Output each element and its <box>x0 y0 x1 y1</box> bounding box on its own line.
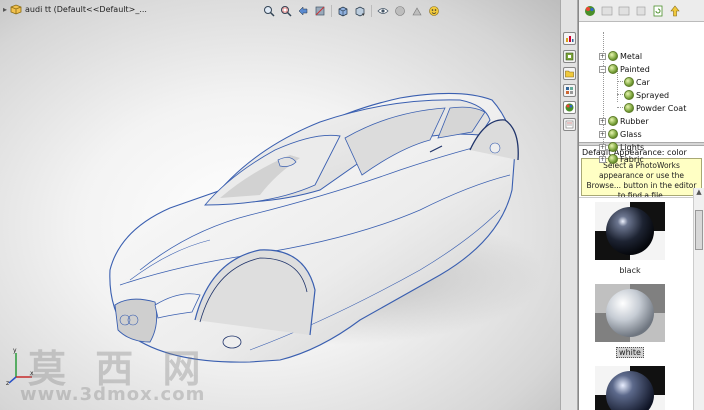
tree-item-fabric[interactable]: + Fabric <box>599 153 644 165</box>
tree-item-label: Sprayed <box>636 90 670 100</box>
realview-icon[interactable] <box>427 4 441 18</box>
folder-appearance-icon <box>608 142 618 152</box>
scrollbar-thumb[interactable] <box>695 210 703 250</box>
folder-appearance-icon <box>608 154 618 164</box>
watermark-url: www.3dmox.com <box>20 384 206 405</box>
add-to-library-icon[interactable] <box>668 4 681 17</box>
expand-tree-icon[interactable]: ▸ <box>3 5 7 14</box>
expand-toggle-icon[interactable]: + <box>599 52 606 60</box>
tree-item-label: Rubber <box>620 116 649 126</box>
swatch-thumbnail <box>595 284 665 342</box>
expand-toggle-icon[interactable]: + <box>599 130 606 138</box>
swatch-thumbnail <box>595 202 665 260</box>
tree-item-metal[interactable]: + Metal <box>599 50 642 62</box>
tree-item-lights[interactable]: + Lights <box>599 141 644 153</box>
appearances-home-icon[interactable] <box>583 4 596 17</box>
up-folder-icon[interactable] <box>634 4 647 17</box>
tree-item-label: Metal <box>620 51 643 61</box>
forward-icon[interactable] <box>617 4 630 17</box>
svg-text:y: y <box>13 347 17 354</box>
view-orientation-icon[interactable] <box>336 4 350 18</box>
appearances-task-pane: + Metal − Painted Car Sprayed Powder Coa… <box>578 0 704 410</box>
folder-appearance-icon <box>608 51 618 61</box>
folder-appearance-icon <box>608 64 618 74</box>
appearance-tree: + Metal − Painted Car Sprayed Powder Coa… <box>579 22 704 164</box>
expand-toggle-icon[interactable]: + <box>599 117 606 125</box>
swatch-black[interactable]: black <box>595 202 665 275</box>
folder-appearance-icon <box>624 90 634 100</box>
swatch-white[interactable]: white <box>595 284 665 358</box>
zoom-to-area-icon[interactable] <box>279 4 293 18</box>
custom-properties-icon[interactable] <box>563 118 576 131</box>
folder-appearance-icon <box>608 116 618 126</box>
expand-toggle-icon[interactable]: + <box>599 143 606 151</box>
graphics-viewport[interactable]: ▸ audi tt (Default<<Default>_... ▾ y x z… <box>0 0 560 410</box>
apply-scene-icon[interactable] <box>410 4 424 18</box>
document-title[interactable]: ▸ audi tt (Default<<Default>_... <box>3 4 147 15</box>
tree-item-glass[interactable]: + Glass <box>599 128 642 140</box>
tree-item-rubber[interactable]: + Rubber <box>599 115 649 127</box>
expand-toggle-icon[interactable]: + <box>599 155 606 163</box>
hide-show-icon[interactable] <box>376 4 390 18</box>
tree-item-label: Fabric <box>620 154 644 164</box>
section-view-icon[interactable] <box>313 4 327 18</box>
toolbar-separator <box>331 5 332 17</box>
swatch-item[interactable] <box>595 366 665 410</box>
task-pane-tabs <box>560 0 578 410</box>
part-icon <box>10 4 22 15</box>
folder-appearance-icon <box>608 129 618 139</box>
document-title-text: audi tt (Default<<Default>_... <box>25 5 147 14</box>
tree-item-sprayed[interactable]: Sprayed <box>624 89 669 101</box>
design-library-icon[interactable] <box>563 50 576 63</box>
tree-item-car[interactable]: Car <box>624 76 650 88</box>
solidworks-resources-icon[interactable] <box>563 32 576 45</box>
tree-item-painted[interactable]: − Painted <box>599 63 650 75</box>
swatch-thumbnail <box>595 366 665 410</box>
folder-appearance-icon <box>624 77 634 87</box>
tree-item-powder-coat[interactable]: Powder Coat <box>624 102 686 114</box>
display-style-icon[interactable]: ▾ <box>353 4 367 18</box>
task-pane-toolbar <box>579 0 704 22</box>
svg-text:z: z <box>6 380 9 385</box>
tree-item-label: Powder Coat <box>636 103 687 113</box>
swatch-label: black <box>619 266 641 275</box>
tree-item-label: Lights <box>620 142 645 152</box>
refresh-icon[interactable] <box>651 4 664 17</box>
zoom-to-fit-icon[interactable] <box>262 4 276 18</box>
heads-up-toolbar: ▾ <box>262 4 441 18</box>
tree-item-label: Car <box>636 77 650 87</box>
folder-appearance-icon <box>624 103 634 113</box>
view-palette-icon[interactable] <box>563 84 576 97</box>
tree-item-label: Painted <box>620 64 650 74</box>
appearances-icon[interactable] <box>563 101 576 114</box>
edit-appearance-icon[interactable] <box>393 4 407 18</box>
toolbar-separator <box>371 5 372 17</box>
swatch-scrollbar[interactable]: ▲ <box>693 188 704 410</box>
previous-view-icon[interactable] <box>296 4 310 18</box>
collapse-toggle-icon[interactable]: − <box>599 65 606 73</box>
svg-text:▾: ▾ <box>362 12 365 17</box>
file-explorer-icon[interactable] <box>563 67 576 80</box>
back-icon[interactable] <box>600 4 613 17</box>
tree-item-label: Glass <box>620 129 642 139</box>
swatch-label-selected: white <box>595 347 665 358</box>
appearance-swatch-gallery: black white <box>579 197 704 410</box>
car-model-3d[interactable] <box>100 80 540 380</box>
scroll-up-icon[interactable]: ▲ <box>694 188 704 199</box>
